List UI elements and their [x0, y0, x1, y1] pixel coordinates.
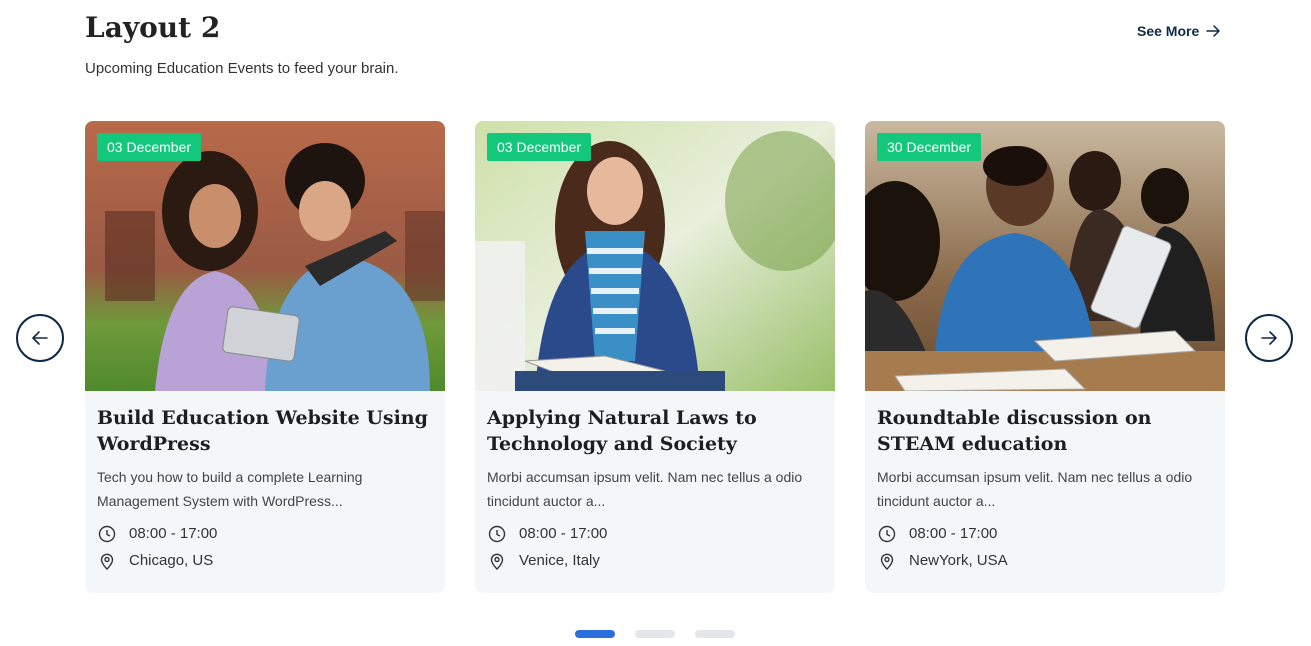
- event-time-text: 08:00 - 17:00: [909, 525, 998, 542]
- event-time: 08:00 - 17:00: [877, 524, 997, 544]
- event-location: Chicago, US: [97, 551, 213, 571]
- event-location-text: NewYork, USA: [909, 552, 1008, 569]
- event-title[interactable]: Build Education Website Using WordPress: [97, 405, 433, 457]
- event-location: Venice, Italy: [487, 551, 600, 571]
- event-title[interactable]: Applying Natural Laws to Technology and …: [487, 405, 823, 457]
- event-time: 08:00 - 17:00: [97, 524, 217, 544]
- map-pin-icon: [100, 553, 114, 570]
- section-title: Layout 2: [85, 11, 221, 44]
- event-card[interactable]: 03 December Build Education Website Usin…: [85, 121, 445, 593]
- section-subtitle: Upcoming Education Events to feed your b…: [85, 60, 399, 77]
- event-description: Morbi accumsan ipsum velit. Nam nec tell…: [877, 469, 1193, 509]
- event-time: 08:00 - 17:00: [487, 524, 607, 544]
- event-description: Tech you how to build a complete Learnin…: [97, 469, 363, 509]
- see-more-label: See More: [1137, 23, 1200, 39]
- map-pin-icon: [880, 553, 894, 570]
- clock-icon: [488, 525, 506, 543]
- event-card[interactable]: 30 December Roundtable discussion on STE…: [865, 121, 1225, 593]
- clock-icon: [98, 525, 116, 543]
- event-title[interactable]: Roundtable discussion on STEAM education: [877, 405, 1213, 457]
- date-badge: 03 December: [97, 133, 202, 161]
- pagination-dot-2[interactable]: [635, 630, 675, 638]
- arrow-right-icon: [1261, 331, 1277, 345]
- event-image[interactable]: 30 December: [865, 121, 1225, 391]
- pagination-dot-1[interactable]: [575, 630, 615, 638]
- carousel-prev-button[interactable]: [16, 314, 64, 362]
- event-location: NewYork, USA: [877, 551, 1008, 571]
- event-location-text: Chicago, US: [129, 552, 214, 569]
- event-description: Morbi accumsan ipsum velit. Nam nec tell…: [487, 469, 803, 509]
- carousel-next-button[interactable]: [1245, 314, 1293, 362]
- map-pin-icon: [490, 553, 504, 570]
- clock-icon: [878, 525, 896, 543]
- arrow-left-icon: [32, 331, 48, 345]
- event-time-text: 08:00 - 17:00: [129, 525, 218, 542]
- event-image[interactable]: 03 December: [475, 121, 835, 391]
- see-more-link[interactable]: See More: [1137, 20, 1221, 42]
- date-badge: 30 December: [877, 133, 982, 161]
- event-card[interactable]: 03 December Applying Natural Laws to Tec…: [475, 121, 835, 593]
- event-time-text: 08:00 - 17:00: [519, 525, 608, 542]
- event-location-text: Venice, Italy: [519, 552, 600, 569]
- pagination-dot-3[interactable]: [695, 630, 735, 638]
- carousel-pagination: [575, 630, 735, 638]
- date-badge: 03 December: [487, 133, 592, 161]
- arrow-right-icon: [1206, 25, 1220, 37]
- event-image[interactable]: 03 December: [85, 121, 445, 391]
